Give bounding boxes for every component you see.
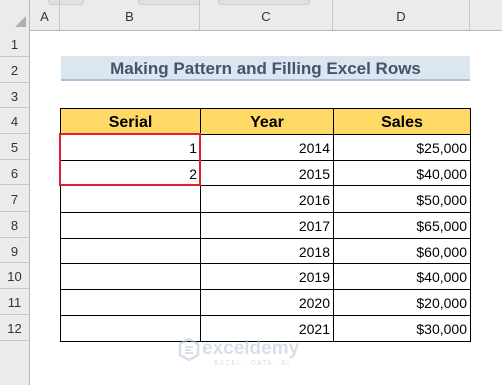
row-header-bar: 1 2 3 4 5 6 7 8 9 10 11 12 xyxy=(0,30,30,385)
exceldemy-logo-icon xyxy=(178,338,200,362)
row-header-10[interactable]: 10 xyxy=(0,263,29,289)
sales-cell[interactable]: $40,000 xyxy=(333,160,471,186)
serial-cell[interactable] xyxy=(60,263,201,290)
serial-cell[interactable] xyxy=(60,238,201,264)
sales-cell[interactable]: $50,000 xyxy=(333,185,471,213)
column-header-bar: A B C D xyxy=(0,0,502,31)
serial-cell[interactable]: 1 xyxy=(60,134,201,161)
column-header-d[interactable]: D xyxy=(333,0,470,30)
column-header-c[interactable]: C xyxy=(200,0,333,30)
row-header-9[interactable]: 9 xyxy=(0,238,29,263)
select-all-button[interactable] xyxy=(0,0,30,30)
year-cell[interactable]: 2014 xyxy=(200,134,334,161)
year-cell[interactable]: 2018 xyxy=(200,238,334,264)
row-header-3[interactable]: 3 xyxy=(0,83,29,108)
row-header-11[interactable]: 11 xyxy=(0,289,29,315)
row-header-7[interactable]: 7 xyxy=(0,185,29,212)
watermark: exceldemy EXCEL · DATA · BI xyxy=(178,338,328,378)
sheet-title[interactable]: Making Pattern and Filling Excel Rows xyxy=(61,56,470,81)
column-header-a[interactable]: A xyxy=(30,0,60,30)
serial-cell[interactable]: 2 xyxy=(60,160,201,186)
row-header-12[interactable]: 12 xyxy=(0,315,29,341)
serial-cell[interactable] xyxy=(60,212,201,239)
row-header-6[interactable]: 6 xyxy=(0,160,29,185)
sales-cell[interactable]: $60,000 xyxy=(333,238,471,264)
serial-header[interactable]: Serial xyxy=(60,108,201,135)
watermark-tagline: EXCEL · DATA · BI xyxy=(214,360,290,367)
sales-cell[interactable]: $30,000 xyxy=(333,315,471,342)
row-header-4[interactable]: 4 xyxy=(0,108,29,134)
column-header-b[interactable]: B xyxy=(60,0,200,30)
serial-cell[interactable] xyxy=(60,289,201,316)
row-header-5[interactable]: 5 xyxy=(0,134,29,160)
sales-cell[interactable]: $65,000 xyxy=(333,212,471,239)
watermark-name: exceldemy xyxy=(202,338,300,359)
year-header[interactable]: Year xyxy=(200,108,334,135)
select-all-icon xyxy=(15,16,26,27)
row-header-8[interactable]: 8 xyxy=(0,212,29,238)
sales-cell[interactable]: $25,000 xyxy=(333,134,471,161)
serial-cell[interactable] xyxy=(60,185,201,213)
year-cell[interactable]: 2019 xyxy=(200,263,334,290)
year-cell[interactable]: 2017 xyxy=(200,212,334,239)
year-cell[interactable]: 2016 xyxy=(200,185,334,213)
spreadsheet: A B C D 1 2 3 4 5 6 7 8 9 10 11 12 Makin… xyxy=(0,0,502,385)
year-cell[interactable]: 2020 xyxy=(200,289,334,316)
sales-header[interactable]: Sales xyxy=(333,108,471,135)
sales-cell[interactable]: $40,000 xyxy=(333,263,471,290)
row-header-2[interactable]: 2 xyxy=(0,57,29,83)
row-header-1[interactable]: 1 xyxy=(0,30,29,57)
sales-cell[interactable]: $20,000 xyxy=(333,289,471,316)
year-cell[interactable]: 2015 xyxy=(200,160,334,186)
